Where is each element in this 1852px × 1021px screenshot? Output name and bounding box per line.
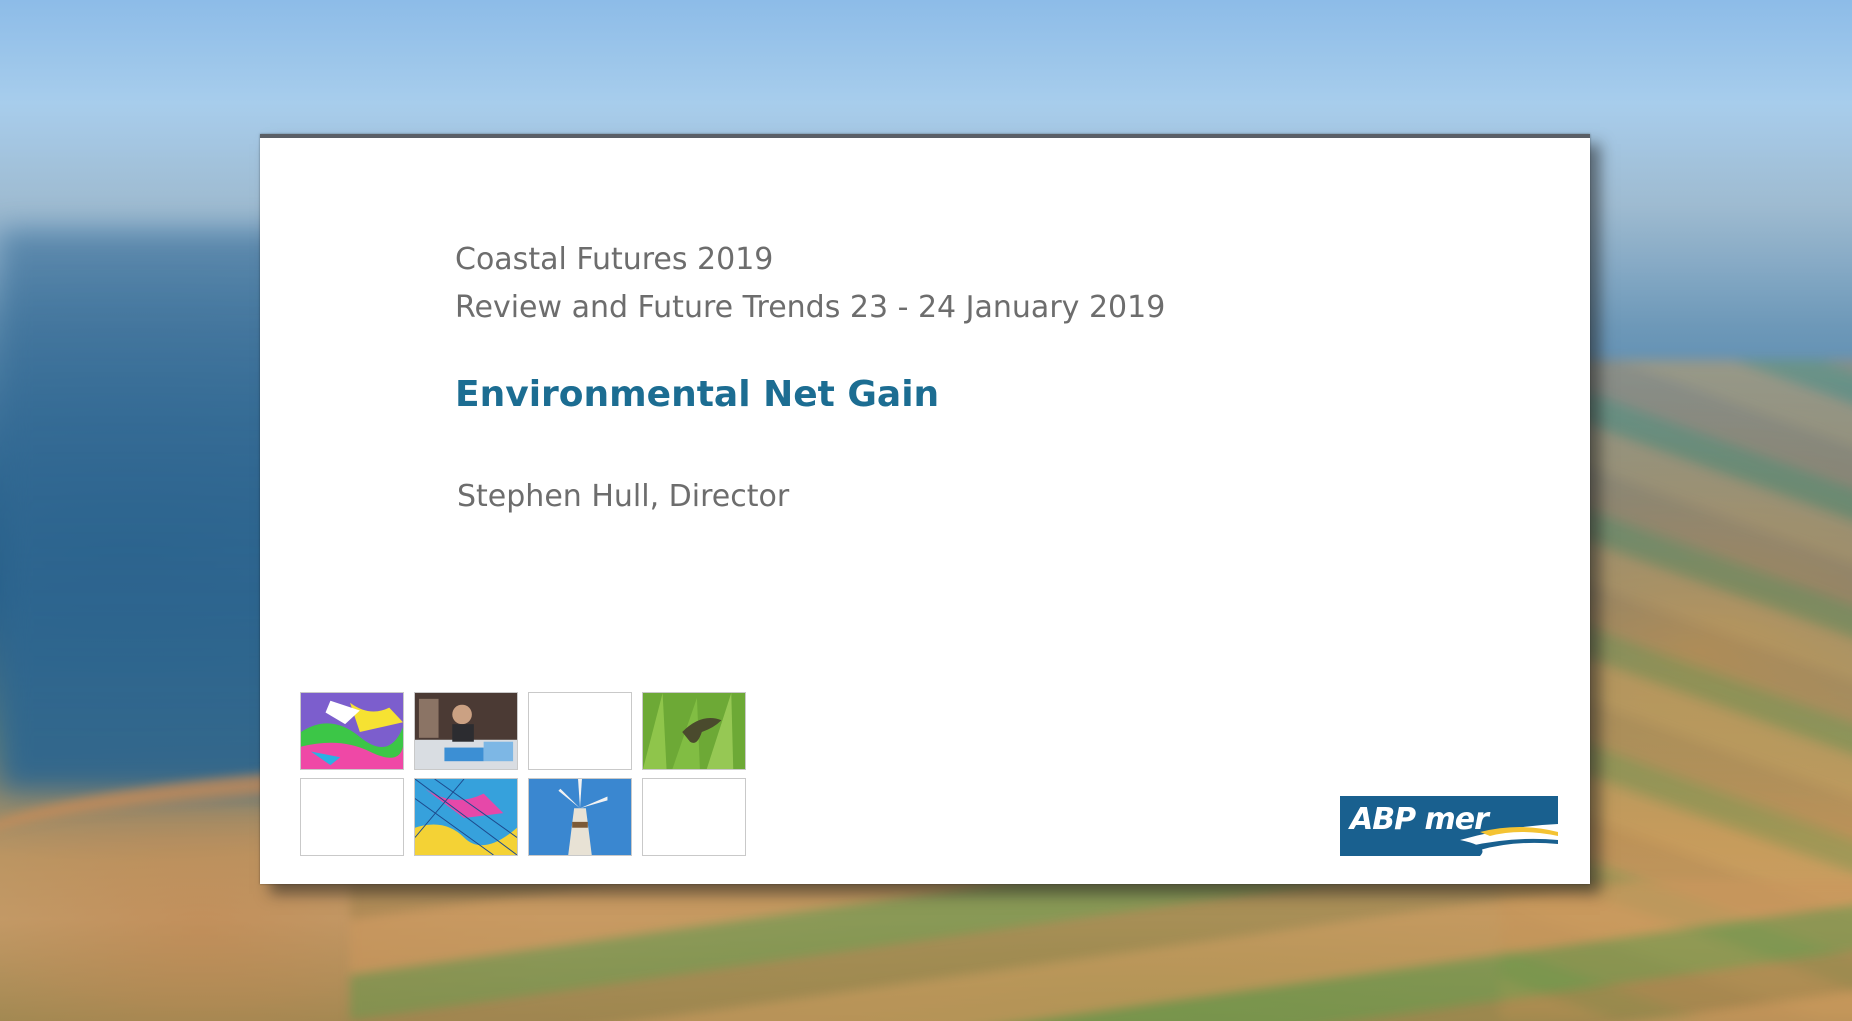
wind-turbine-image [528, 778, 632, 856]
blank-tile [642, 778, 746, 856]
slide-title: Environmental Net Gain [455, 374, 940, 415]
seagrass-seahorse-image [642, 692, 746, 770]
blank-tile [300, 778, 404, 856]
laboratory-image [414, 692, 518, 770]
event-line: Coastal Futures 2019 [455, 242, 774, 277]
aerial-coast-background: Coastal Futures 2019 Review and Future T… [0, 0, 1852, 1021]
fields-bottom-area [350, 880, 1852, 1021]
image-tile-grid [300, 692, 750, 858]
logo-text: ABP mer [1350, 802, 1489, 837]
abp-mer-logo: ABP mer [1340, 796, 1558, 856]
presenter-name: Stephen Hull, Director [457, 479, 790, 514]
model-map-image [300, 692, 404, 770]
blank-tile [528, 692, 632, 770]
title-slide: Coastal Futures 2019 Review and Future T… [260, 134, 1590, 884]
chart-map-image [414, 778, 518, 856]
subtitle-line: Review and Future Trends 23 - 24 January… [455, 290, 1166, 325]
